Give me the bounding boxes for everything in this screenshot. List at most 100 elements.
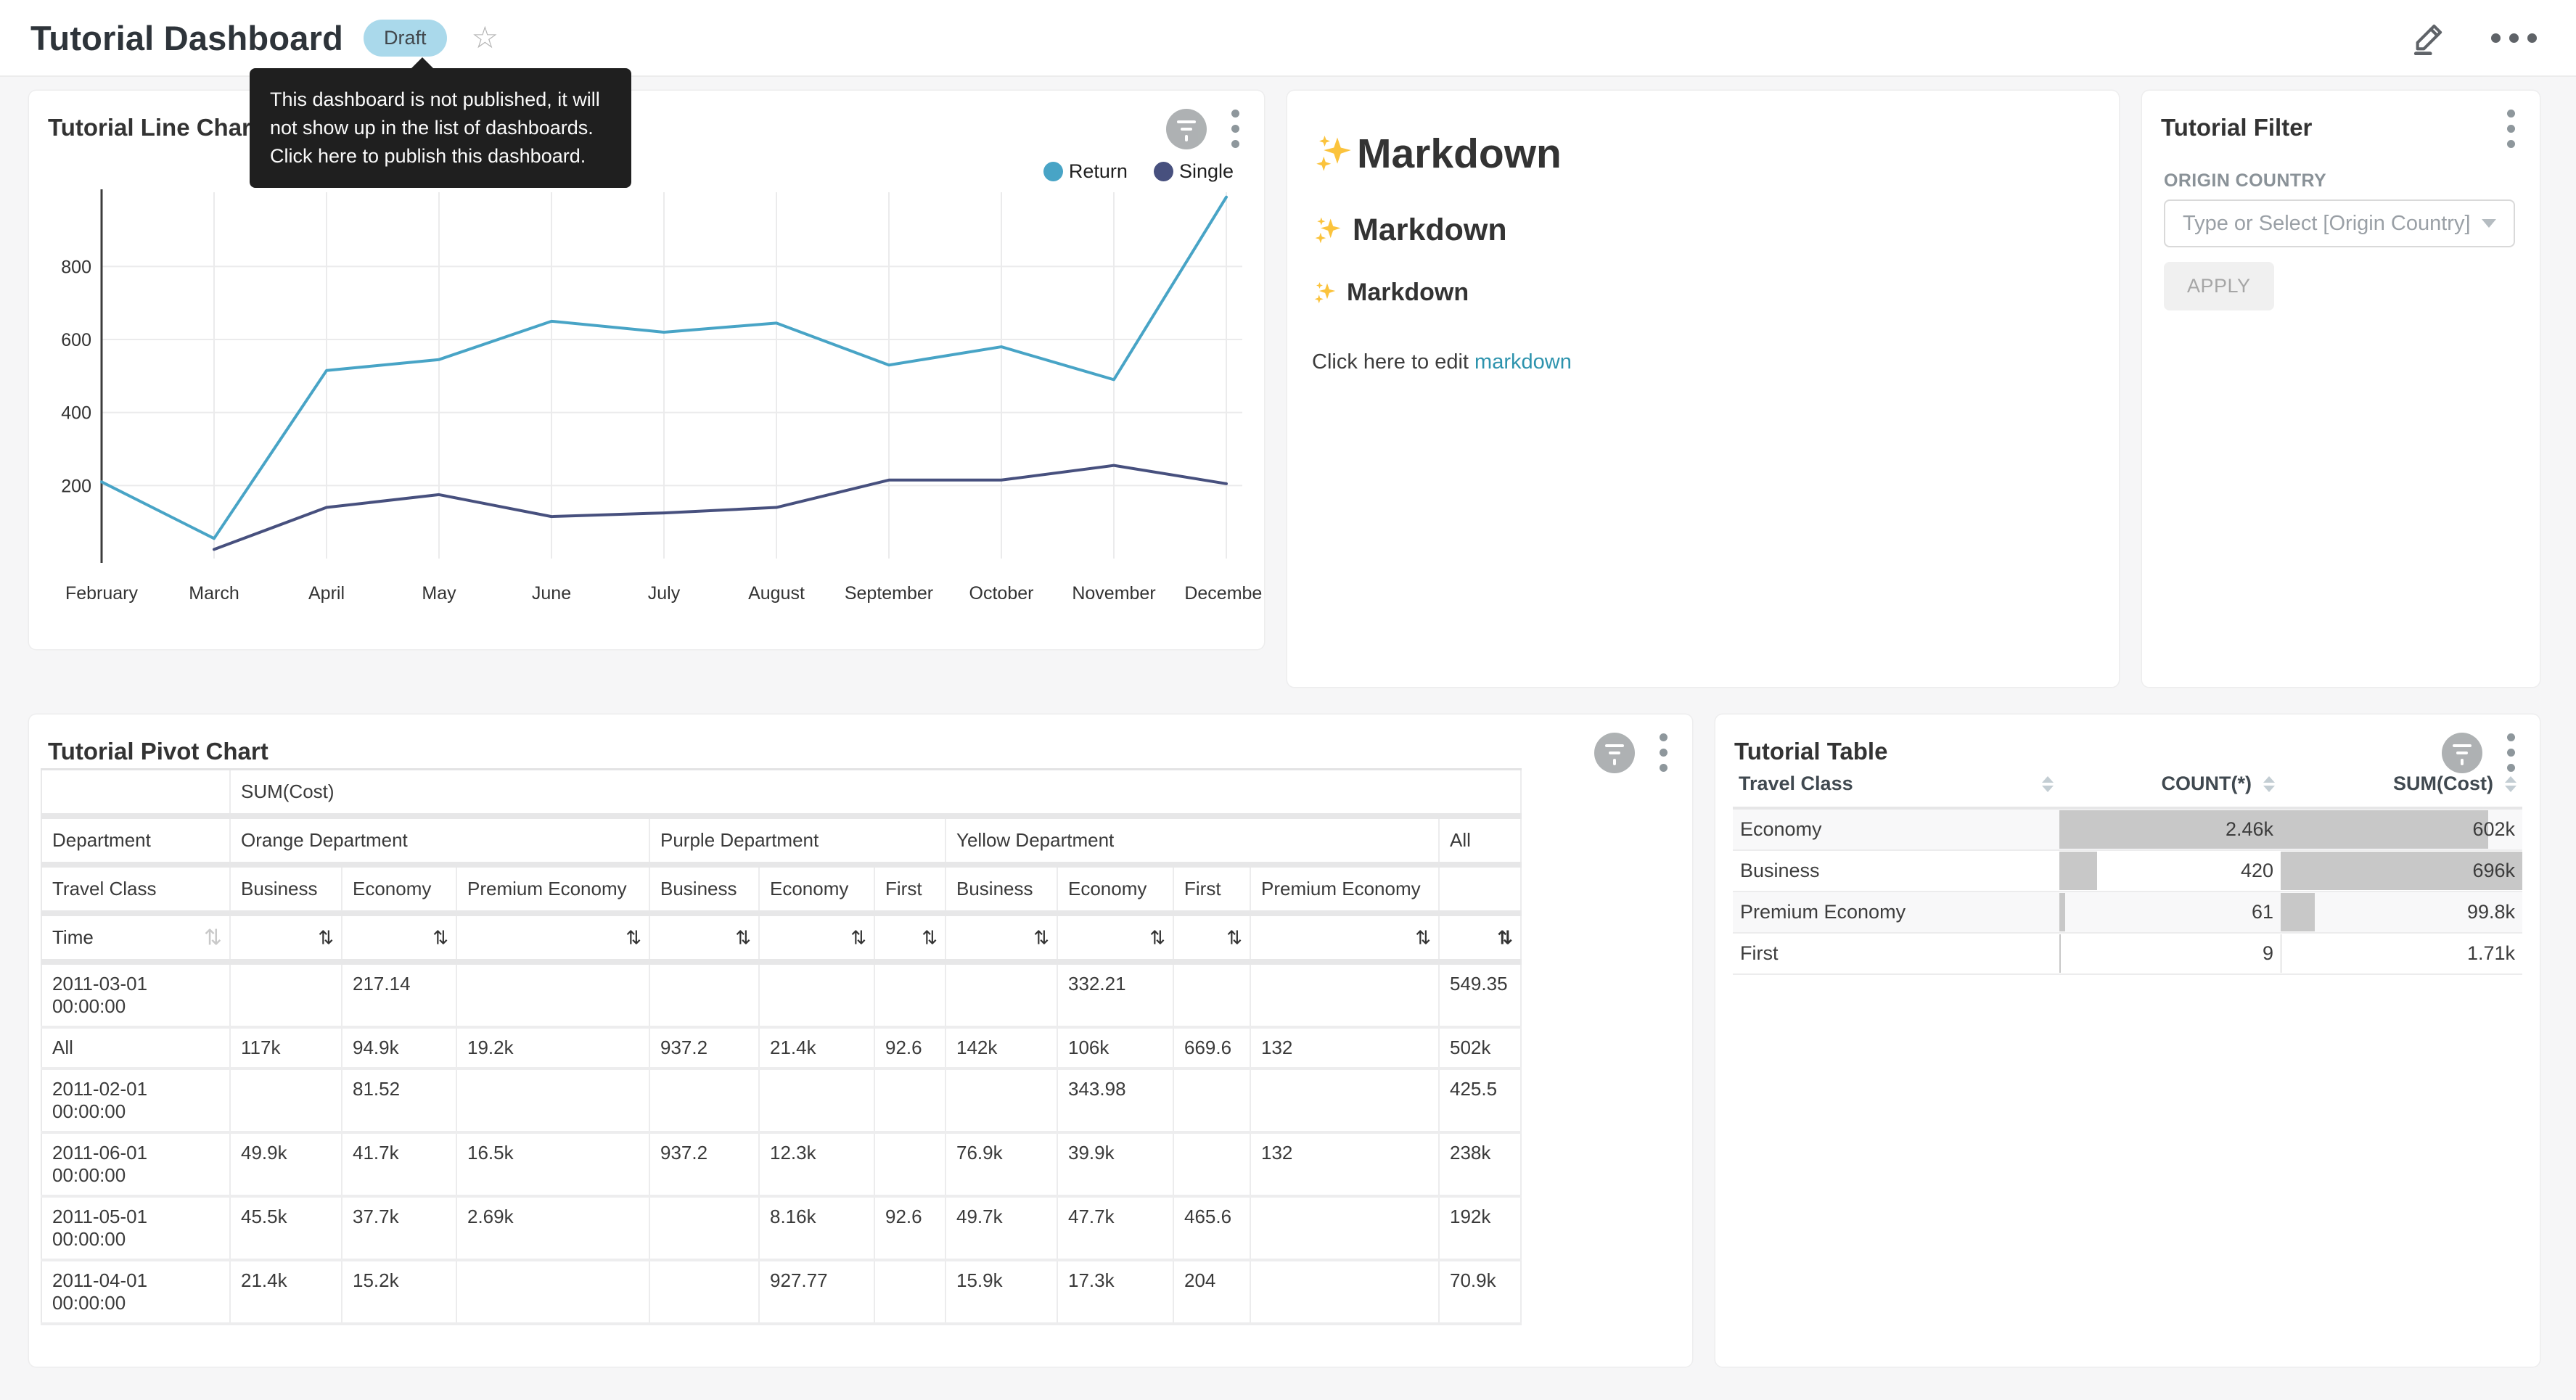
- column-header-travel-class[interactable]: Travel Class: [1733, 761, 2059, 808]
- pivot-row-label: 2011-02-01 00:00:00: [41, 1068, 230, 1132]
- favorite-star-icon[interactable]: ☆: [472, 22, 499, 53]
- pivot-sort-cell: ⇅: [946, 913, 1057, 962]
- filter-kebab-menu-icon[interactable]: [2504, 107, 2518, 151]
- pivot-cell: [874, 962, 946, 1027]
- chart-kebab-menu-icon[interactable]: [2504, 730, 2518, 775]
- publish-tooltip: This dashboard is not published, it will…: [250, 68, 631, 188]
- pivot-cell: [759, 962, 874, 1027]
- svg-text:800: 800: [61, 257, 91, 277]
- pivot-cell: [456, 1260, 649, 1324]
- markdown-edit-link[interactable]: markdown: [1474, 350, 1572, 374]
- pivot-cell: [649, 1260, 759, 1324]
- svg-text:December: December: [1184, 583, 1263, 604]
- sum-cost-bar: [2281, 893, 2315, 931]
- sort-icon[interactable]: ⇅: [1415, 926, 1431, 949]
- pivot-cell: 17.3k: [1057, 1260, 1173, 1324]
- legend-item-return[interactable]: Return: [1043, 160, 1128, 183]
- sort-icon[interactable]: ⇅: [1149, 926, 1165, 949]
- legend-item-single[interactable]: Single: [1154, 160, 1234, 183]
- sort-icon[interactable]: ⇅: [850, 926, 866, 949]
- pivot-row: 2011-06-01 00:00:0049.9k41.7k16.5k937.21…: [41, 1132, 1521, 1196]
- markdown-h3: Markdown: [1312, 279, 2097, 307]
- apply-button[interactable]: APPLY: [2164, 262, 2274, 310]
- pivot-subcolumn-header: Economy: [1057, 865, 1173, 913]
- sort-icon-active[interactable]: ⇅: [1497, 926, 1513, 949]
- pivot-subcolumn-header: First: [1173, 865, 1250, 913]
- sort-icon[interactable]: ⇅: [735, 926, 751, 949]
- sort-icon[interactable]: ⇅: [625, 926, 641, 949]
- sort-icon[interactable]: ⇅: [204, 925, 222, 950]
- sort-icon[interactable]: ⇅: [1033, 926, 1049, 949]
- pivot-cell: 142k: [946, 1027, 1057, 1068]
- table-row[interactable]: Premium Economy6199.8k: [1733, 892, 2522, 933]
- sparkles-icon: [1312, 215, 1344, 247]
- sort-carets-icon: [2263, 776, 2275, 792]
- pivot-cell: 106k: [1057, 1027, 1173, 1068]
- sort-carets-icon: [2505, 776, 2516, 792]
- pivot-cell: 21.4k: [759, 1027, 874, 1068]
- sum-cost-cell: 696k: [2281, 850, 2522, 892]
- pivot-cell: 37.7k: [342, 1196, 456, 1260]
- markdown-h2: Markdown: [1312, 213, 2097, 248]
- pivot-row: 2011-04-01 00:00:0021.4k15.2k927.7715.9k…: [41, 1260, 1521, 1324]
- table-row[interactable]: Business420696k: [1733, 850, 2522, 892]
- pivot-sort-cell: ⇅: [1057, 913, 1173, 962]
- pivot-row-label: 2011-06-01 00:00:00: [41, 1132, 230, 1196]
- pivot-time-label: Time⇅: [41, 913, 230, 962]
- origin-country-select[interactable]: Type or Select [Origin Country]: [2164, 199, 2515, 247]
- sort-icon[interactable]: ⇅: [922, 926, 938, 949]
- count-bar: [2059, 893, 2065, 931]
- pivot-cell: 92.6: [874, 1196, 946, 1260]
- table-row[interactable]: Economy2.46k602k: [1733, 808, 2522, 850]
- cross-filter-icon[interactable]: [2442, 733, 2482, 773]
- tooltip-line: not show up in the list of dashboards.: [270, 114, 611, 142]
- filter-card-title: Tutorial Filter: [2161, 114, 2312, 141]
- more-options-icon[interactable]: [2491, 33, 2537, 43]
- pivot-group-header: Yellow Department: [946, 816, 1439, 865]
- legend-dot-return: [1043, 162, 1063, 181]
- tooltip-line: Click here to publish this dashboard.: [270, 142, 611, 170]
- pivot-cell: [874, 1068, 946, 1132]
- edit-pencil-icon[interactable]: [2411, 17, 2449, 59]
- pivot-sort-cell: ⇅: [874, 913, 946, 962]
- pivot-sort-cell: ⇅: [456, 913, 649, 962]
- pivot-row-label: All: [41, 1027, 230, 1068]
- pivot-cell: 132: [1250, 1027, 1439, 1068]
- pivot-cell: [874, 1260, 946, 1324]
- origin-country-label: ORIGIN COUNTRY: [2164, 170, 2326, 192]
- cross-filter-icon[interactable]: [1594, 733, 1635, 773]
- page-title: Tutorial Dashboard: [30, 18, 343, 58]
- pivot-sort-cell: ⇅: [1250, 913, 1439, 962]
- sort-icon[interactable]: ⇅: [1226, 926, 1242, 949]
- pivot-cell: 8.16k: [759, 1196, 874, 1260]
- sort-carets-icon: [2042, 776, 2054, 792]
- chart-kebab-menu-icon[interactable]: [1657, 730, 1670, 775]
- sort-icon[interactable]: ⇅: [318, 926, 334, 949]
- pivot-sort-cell: ⇅: [230, 913, 342, 962]
- pivot-cell: 21.4k: [230, 1260, 342, 1324]
- pivot-cell: [456, 1068, 649, 1132]
- tooltip-line: This dashboard is not published, it will: [270, 86, 611, 114]
- pivot-cell: [649, 1196, 759, 1260]
- pivot-group-header: All: [1439, 816, 1521, 865]
- pivot-cell: 937.2: [649, 1027, 759, 1068]
- table-row[interactable]: First91.71k: [1733, 933, 2522, 974]
- svg-text:February: February: [65, 583, 139, 604]
- column-header-count[interactable]: COUNT(*): [2059, 761, 2281, 808]
- pivot-cell: 2.69k: [456, 1196, 649, 1260]
- pivot-cell: [1250, 962, 1439, 1027]
- markdown-h1: Markdown: [1312, 130, 2097, 178]
- travel-class-cell: Economy: [1733, 808, 2059, 850]
- draft-badge[interactable]: Draft: [364, 20, 447, 57]
- pivot-cell: 669.6: [1173, 1027, 1250, 1068]
- data-table-container: Travel ClassCOUNT(*)SUM(Cost)Economy2.46…: [1733, 761, 2522, 975]
- pivot-cell: [649, 1068, 759, 1132]
- chart-kebab-menu-icon[interactable]: [1228, 107, 1242, 151]
- pivot-cell: 45.5k: [230, 1196, 342, 1260]
- pivot-cell: 19.2k: [456, 1027, 649, 1068]
- cross-filter-icon[interactable]: [1166, 109, 1207, 149]
- sort-icon[interactable]: ⇅: [432, 926, 448, 949]
- pivot-group-header: Orange Department: [230, 816, 649, 865]
- pivot-cell: 41.7k: [342, 1132, 456, 1196]
- pivot-cell: 217.14: [342, 962, 456, 1027]
